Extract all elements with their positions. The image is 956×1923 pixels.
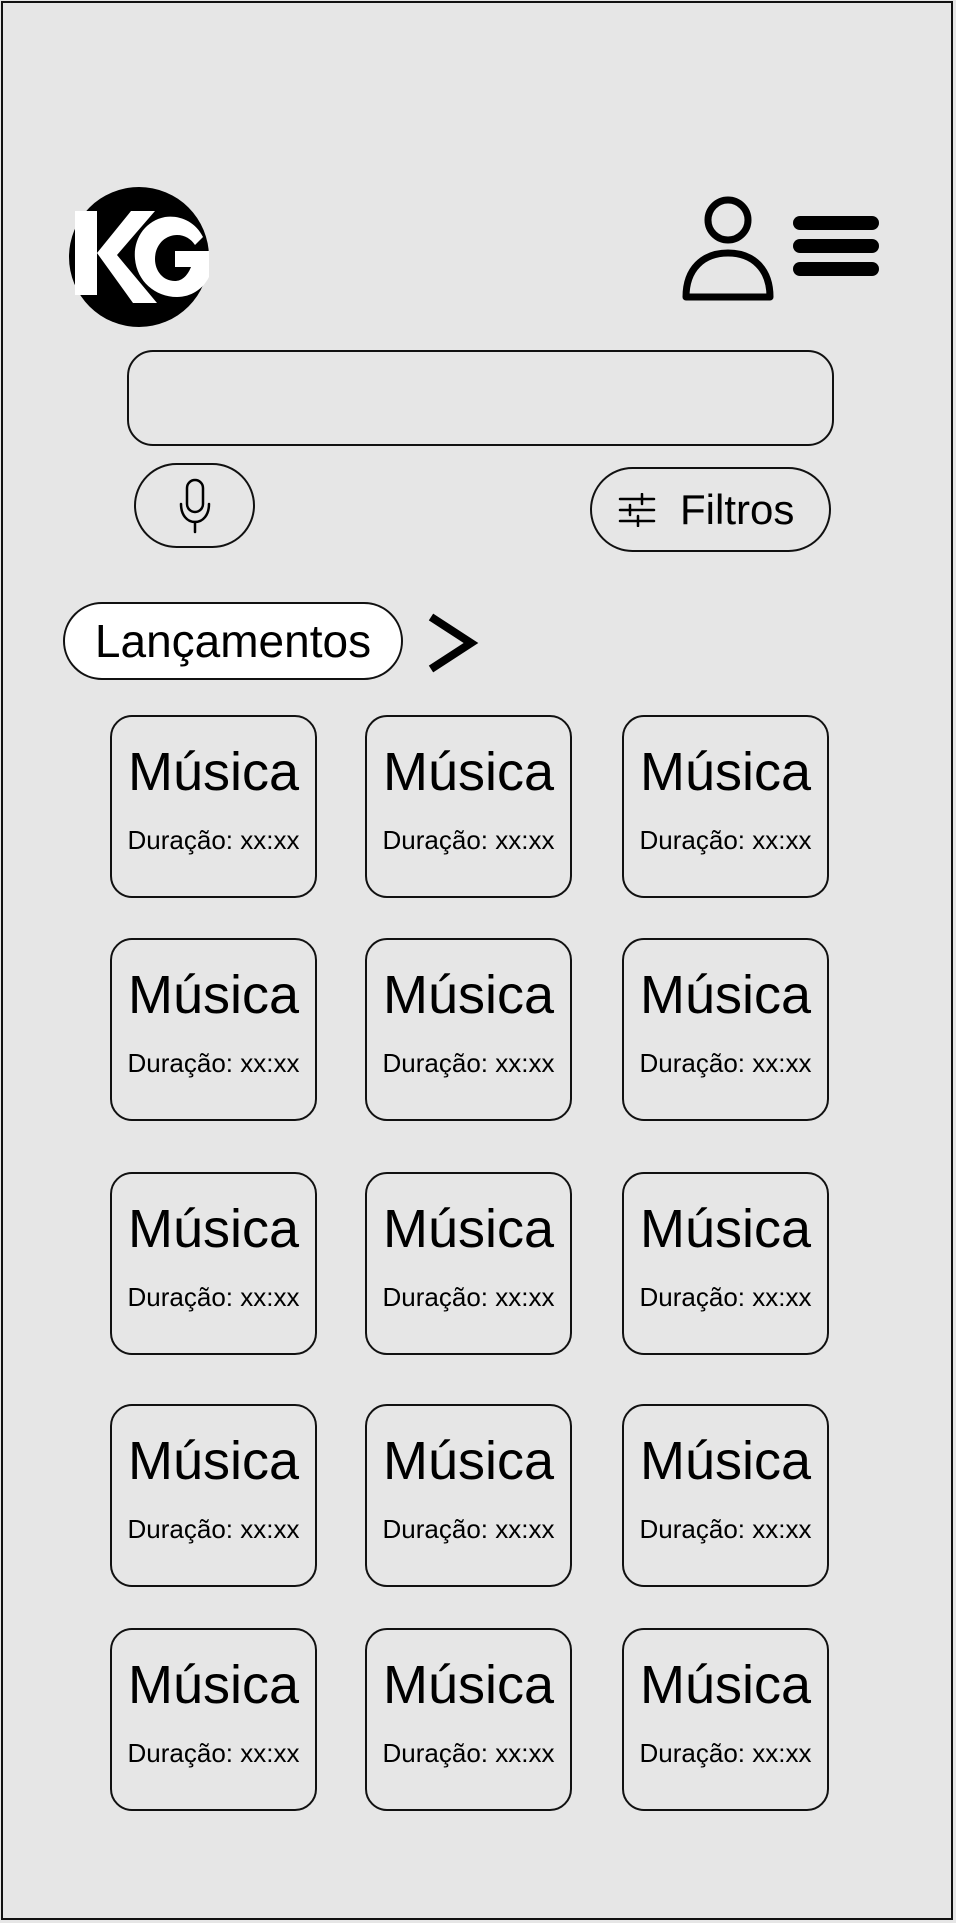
filters-label: Filtros	[680, 485, 795, 533]
track-duration: Duração: xx:xx	[127, 1738, 300, 1768]
track-card[interactable]: Música Duração: xx:xx	[622, 938, 829, 1121]
sliders-icon	[618, 492, 656, 527]
chevron-right-icon[interactable]	[425, 611, 479, 675]
track-duration: Duração: xx:xx	[639, 825, 812, 855]
track-title: Música	[639, 1199, 812, 1259]
track-duration: Duração: xx:xx	[382, 1738, 555, 1768]
track-card[interactable]: Música Duração: xx:xx	[365, 1628, 572, 1811]
track-title: Música	[639, 1431, 812, 1491]
section-title-lancamentos[interactable]: Lançamentos	[63, 602, 403, 680]
track-duration: Duração: xx:xx	[127, 1048, 300, 1078]
hamburger-menu-icon[interactable]	[791, 213, 881, 279]
filters-button[interactable]: Filtros	[590, 467, 831, 552]
track-title: Música	[382, 1655, 555, 1715]
track-title: Música	[127, 965, 300, 1025]
track-card[interactable]: Música Duração: xx:xx	[622, 715, 829, 898]
track-card[interactable]: Música Duração: xx:xx	[110, 715, 317, 898]
track-title: Música	[639, 742, 812, 802]
track-title: Música	[639, 965, 812, 1025]
track-duration: Duração: xx:xx	[127, 825, 300, 855]
track-title: Música	[382, 965, 555, 1025]
track-duration: Duração: xx:xx	[639, 1514, 812, 1544]
track-duration: Duração: xx:xx	[382, 1282, 555, 1312]
track-title: Música	[127, 1655, 300, 1715]
track-card[interactable]: Música Duração: xx:xx	[365, 715, 572, 898]
track-title: Música	[382, 1431, 555, 1491]
track-duration: Duração: xx:xx	[127, 1282, 300, 1312]
track-duration: Duração: xx:xx	[127, 1514, 300, 1544]
track-duration: Duração: xx:xx	[382, 1514, 555, 1544]
track-card[interactable]: Música Duração: xx:xx	[622, 1628, 829, 1811]
track-title: Música	[127, 1431, 300, 1491]
track-duration: Duração: xx:xx	[639, 1048, 812, 1078]
track-card[interactable]: Música Duração: xx:xx	[110, 1172, 317, 1355]
track-card[interactable]: Música Duração: xx:xx	[365, 938, 572, 1121]
track-card[interactable]: Música Duração: xx:xx	[110, 1628, 317, 1811]
track-card[interactable]: Música Duração: xx:xx	[622, 1172, 829, 1355]
track-card[interactable]: Música Duração: xx:xx	[365, 1172, 572, 1355]
track-card[interactable]: Música Duração: xx:xx	[110, 1404, 317, 1587]
track-duration: Duração: xx:xx	[382, 1048, 555, 1078]
track-duration: Duração: xx:xx	[639, 1738, 812, 1768]
track-duration: Duração: xx:xx	[382, 825, 555, 855]
search-input[interactable]	[127, 350, 834, 446]
track-card[interactable]: Música Duração: xx:xx	[622, 1404, 829, 1587]
track-card[interactable]: Música Duração: xx:xx	[365, 1404, 572, 1587]
microphone-icon	[179, 478, 210, 533]
track-card[interactable]: Música Duração: xx:xx	[110, 938, 317, 1121]
voice-search-button[interactable]	[134, 463, 255, 548]
track-duration: Duração: xx:xx	[639, 1282, 812, 1312]
track-title: Música	[382, 742, 555, 802]
track-title: Música	[639, 1655, 812, 1715]
app-screen: Filtros Lançamentos Música Duração: xx:xx…	[1, 1, 953, 1920]
track-title: Música	[127, 1199, 300, 1259]
track-title: Música	[127, 742, 300, 802]
kg-logo	[69, 187, 209, 327]
user-icon[interactable]	[681, 193, 775, 301]
track-title: Música	[382, 1199, 555, 1259]
